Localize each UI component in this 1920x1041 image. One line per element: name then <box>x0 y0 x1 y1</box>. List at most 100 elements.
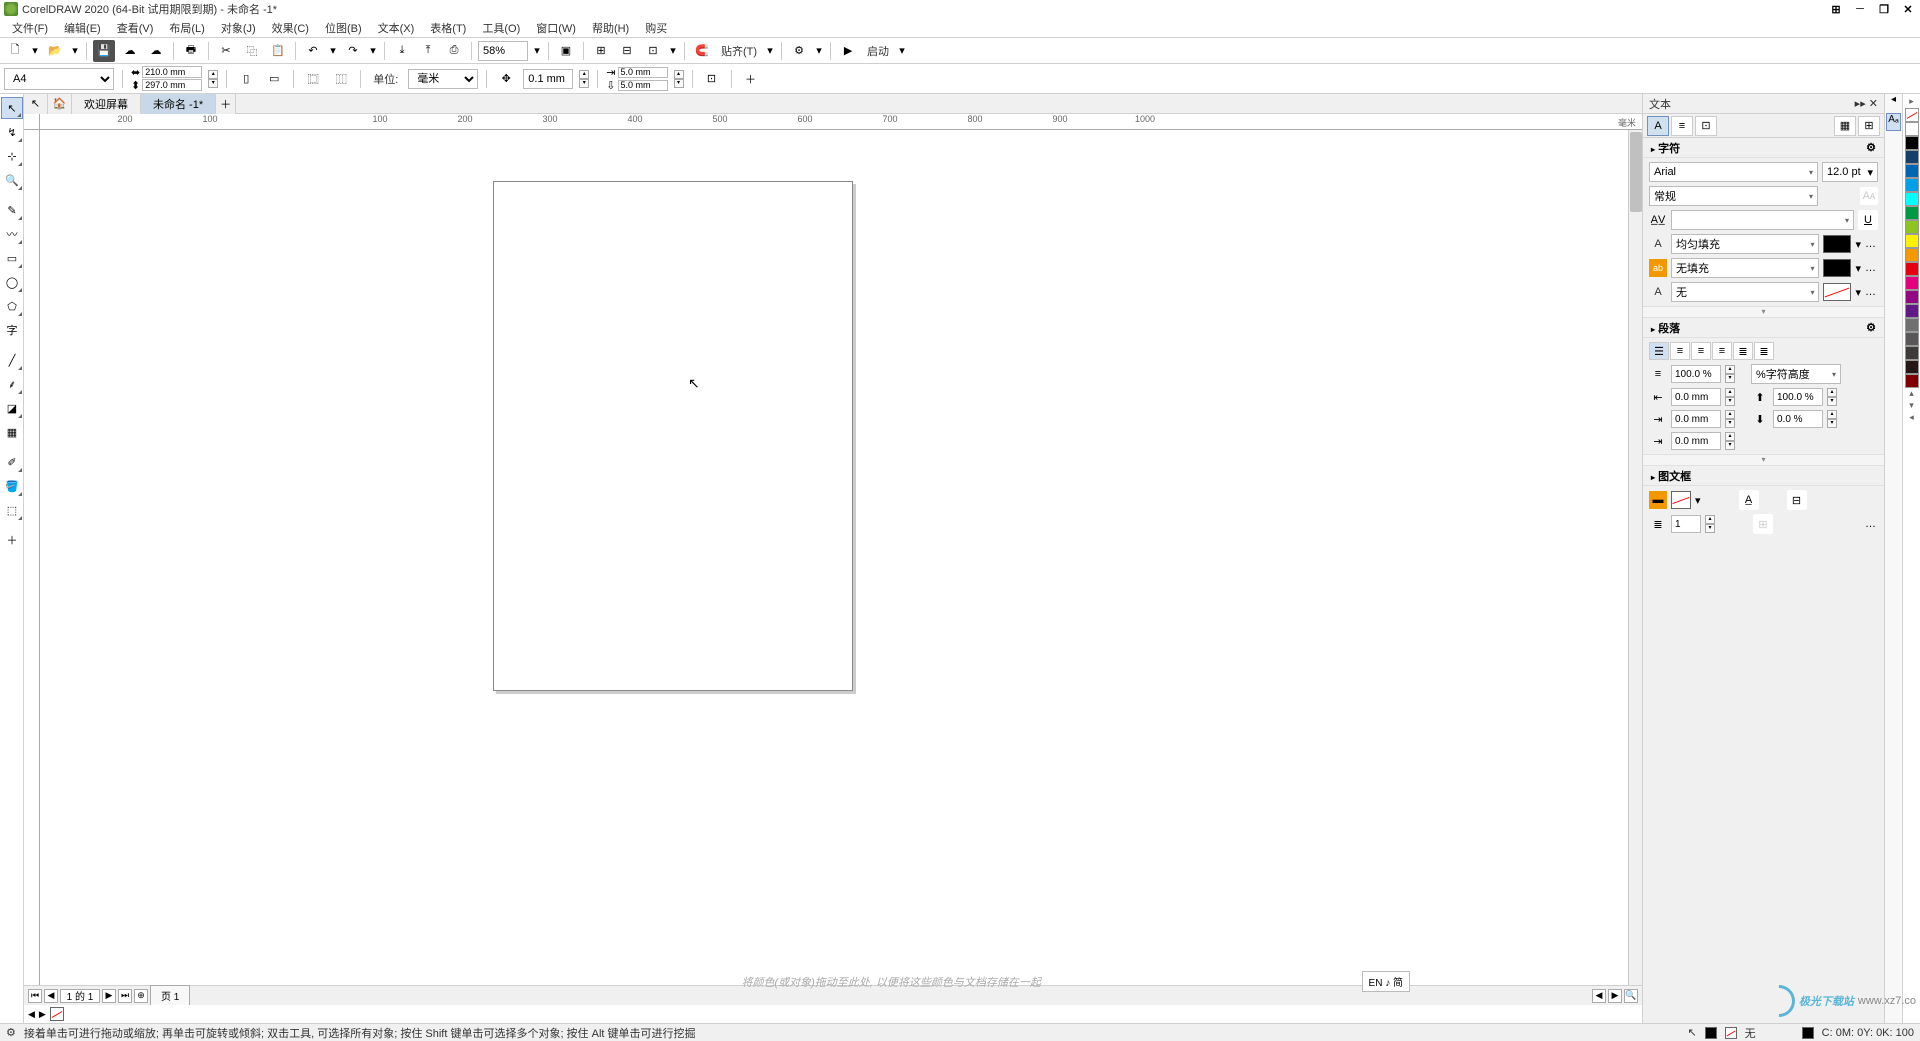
palette-swatch-7[interactable] <box>1905 220 1919 234</box>
launch-label[interactable]: 启动 <box>863 43 893 59</box>
menu-table[interactable]: 表格(T) <box>422 18 474 38</box>
dup-y-input[interactable] <box>618 80 668 91</box>
outline-color-dd[interactable]: ▾ <box>1855 286 1861 299</box>
page-tab-1[interactable]: 页 1 <box>150 985 190 1006</box>
rectangle-tool[interactable]: ▭ <box>1 247 23 269</box>
line-spacing-input[interactable] <box>1671 365 1721 383</box>
snap-icon[interactable]: 🧲 <box>691 40 713 62</box>
tab-welcome[interactable]: 欢迎屏幕 <box>72 94 141 114</box>
bg-fill-select[interactable]: 无填充▾ <box>1671 258 1819 278</box>
palette-swatch-13[interactable] <box>1905 304 1919 318</box>
undo-button[interactable]: ↶ <box>302 40 324 62</box>
dup-x-input[interactable] <box>618 67 668 78</box>
palette-swatch-18[interactable] <box>1905 374 1919 388</box>
paste-button[interactable]: 📋 <box>267 40 289 62</box>
drop-shadow-tool[interactable]: ◪ <box>1 397 23 419</box>
print-button[interactable]: 🖶 <box>180 40 202 62</box>
fill-tool[interactable]: 🪣 <box>1 475 23 497</box>
align-left[interactable]: ≡ <box>1670 342 1690 360</box>
vertical-align-button[interactable]: A̲ <box>1739 490 1759 510</box>
page-width-input[interactable] <box>142 66 202 78</box>
nudge-input[interactable] <box>523 69 573 89</box>
open-dropdown[interactable]: ▾ <box>70 40 80 62</box>
doc-palette-left[interactable]: ◀ <box>28 1009 35 1020</box>
redo-dropdown[interactable]: ▾ <box>368 40 378 62</box>
close-button[interactable]: ✕ <box>1900 1 1916 17</box>
snap-label[interactable]: 贴齐(T) <box>717 43 761 59</box>
column-settings-button[interactable]: ⊞ <box>1753 514 1773 534</box>
docked-text-tab[interactable]: Aₐ <box>1886 113 1901 131</box>
page-dim-spinner[interactable]: ▴▾ <box>208 70 218 88</box>
copy-button[interactable]: ⿻ <box>241 40 263 62</box>
shape-tool[interactable]: ↯ <box>1 121 23 143</box>
zoom-input[interactable] <box>478 41 528 61</box>
import-button[interactable]: ⤓ <box>391 40 413 62</box>
palette-swatch-15[interactable] <box>1905 332 1919 346</box>
publish-button[interactable]: ⎙ <box>443 40 465 62</box>
menu-tools[interactable]: 工具(O) <box>474 18 528 38</box>
frame-more[interactable]: … <box>1865 518 1878 530</box>
status-outline-swatch[interactable] <box>1725 1027 1737 1039</box>
dup-spinner[interactable]: ▴▾ <box>674 70 684 88</box>
font-size-select[interactable]: 12.0 pt▾ <box>1822 162 1878 182</box>
connector-tool[interactable]: ⸙ <box>1 373 23 395</box>
zoom-tool[interactable]: 🔍 <box>1 169 23 191</box>
align-justify[interactable]: ≣ <box>1733 342 1753 360</box>
outline-tool[interactable]: ⬚ <box>1 499 23 521</box>
tab-add[interactable]: ＋ <box>216 94 236 114</box>
underline-button[interactable]: U <box>1858 210 1878 230</box>
menu-view[interactable]: 查看(V) <box>109 18 162 38</box>
undo-dropdown[interactable]: ▾ <box>328 40 338 62</box>
menu-window[interactable]: 窗口(W) <box>528 18 584 38</box>
space-before-input[interactable] <box>1773 388 1823 406</box>
export-button[interactable]: ⤒ <box>417 40 439 62</box>
page-height-input[interactable] <box>142 79 202 91</box>
ruler-horizontal[interactable]: 200 100 100 200 300 400 500 600 700 800 … <box>40 114 1642 130</box>
align-force[interactable]: ≣ <box>1754 342 1774 360</box>
palette-swatch-3[interactable] <box>1905 164 1919 178</box>
save-button[interactable]: 💾 <box>93 40 115 62</box>
space-after-input[interactable] <box>1773 410 1823 428</box>
doc-palette-right[interactable]: ▶ <box>39 1009 46 1020</box>
outline-color-chip[interactable] <box>1823 283 1851 301</box>
bg-color-chip[interactable] <box>1823 259 1851 277</box>
columns-input[interactable] <box>1671 515 1701 533</box>
minimize-button[interactable]: ─ <box>1852 1 1868 17</box>
guidelines-dropdown[interactable]: ▾ <box>668 40 678 62</box>
indent-right-spinner[interactable]: ▴▾ <box>1725 410 1735 428</box>
cut-button[interactable]: ✂ <box>215 40 237 62</box>
options-button[interactable]: ⚙ <box>788 40 810 62</box>
tab-aux1[interactable]: ▦ <box>1834 116 1856 136</box>
indent-left-input[interactable] <box>1671 388 1721 406</box>
frame-bg-chip[interactable] <box>1671 491 1691 509</box>
columns-spinner[interactable]: ▴▾ <box>1705 515 1715 533</box>
palette-swatch-6[interactable] <box>1905 206 1919 220</box>
maximize-button[interactable]: ❐ <box>1876 1 1892 17</box>
indent-right-input[interactable] <box>1671 410 1721 428</box>
pick-tool[interactable]: ↖ <box>1 97 23 119</box>
font-family-select[interactable]: Arial▾ <box>1649 162 1818 182</box>
home-tab-house[interactable]: 🏠 <box>48 94 72 114</box>
align-none[interactable]: ☰ <box>1649 342 1669 360</box>
menu-object[interactable]: 对象(J) <box>213 18 264 38</box>
page-next[interactable]: ▶ <box>102 989 116 1003</box>
baseline-grid-button[interactable]: ⊟ <box>1787 490 1807 510</box>
menu-effect[interactable]: 效果(C) <box>264 18 317 38</box>
freehand-tool[interactable]: ✎ <box>1 199 23 221</box>
char-collapse[interactable]: ▾ <box>1643 306 1884 318</box>
canvas[interactable]: ↖ <box>40 130 1642 985</box>
palette-swatch-16[interactable] <box>1905 346 1919 360</box>
space-before-spinner[interactable]: ▴▾ <box>1827 388 1837 406</box>
transparency-tool[interactable]: ▦ <box>1 421 23 443</box>
snap-dropdown[interactable]: ▾ <box>765 40 775 62</box>
line-spacing-spinner[interactable]: ▴▾ <box>1725 365 1735 383</box>
portrait-button[interactable]: ▯ <box>235 68 257 90</box>
nudge-spinner[interactable]: ▴▾ <box>579 70 589 88</box>
status-gear-icon[interactable]: ⚙ <box>6 1026 16 1039</box>
page-add[interactable]: ⊕ <box>134 989 148 1003</box>
indent-first-input[interactable] <box>1671 432 1721 450</box>
eyedropper-tool[interactable]: ✐ <box>1 451 23 473</box>
palette-swatch-5[interactable] <box>1905 192 1919 206</box>
ellipse-tool[interactable]: ◯ <box>1 271 23 293</box>
unit-select[interactable]: 毫米 <box>408 69 478 89</box>
